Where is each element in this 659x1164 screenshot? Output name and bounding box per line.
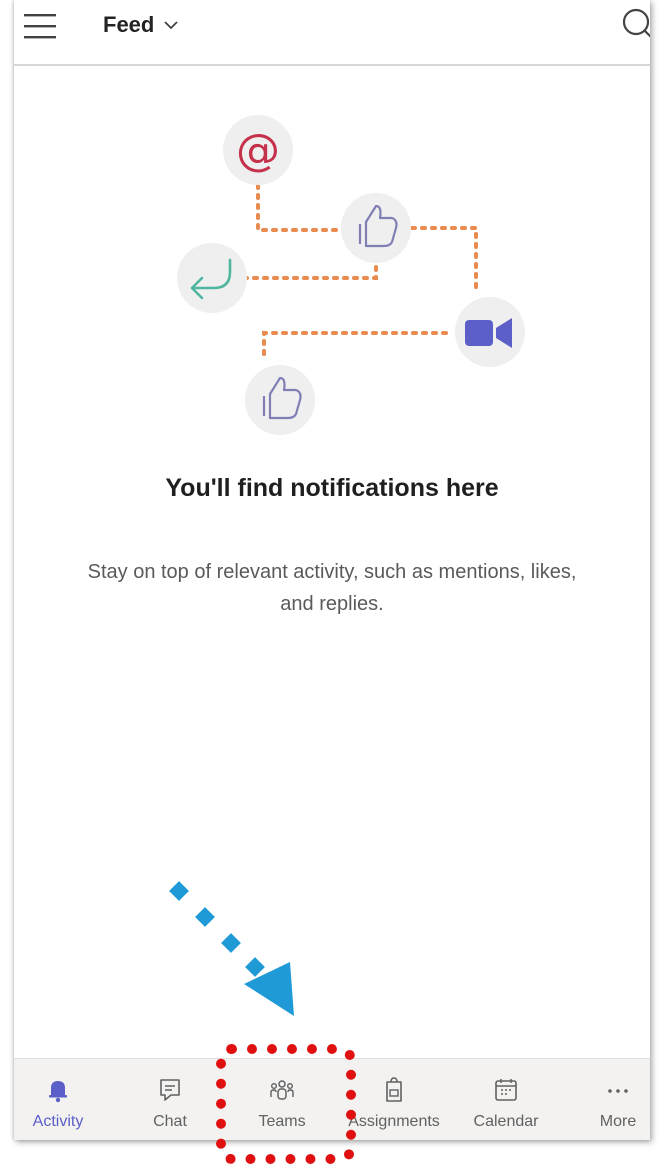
tab-label: Activity — [32, 1113, 84, 1130]
tab-calendar[interactable]: Calendar — [466, 1059, 546, 1140]
tab-more[interactable]: More — [578, 1059, 650, 1140]
svg-text:@: @ — [236, 125, 280, 176]
notifications-illustration: @ — [177, 115, 525, 435]
phone-screen: Feed @ You'll find notifications here St… — [14, 0, 650, 1140]
more-icon — [608, 1089, 628, 1093]
calendar-icon — [495, 1079, 517, 1101]
tab-teams[interactable]: Teams — [242, 1059, 322, 1140]
chevron-down-icon[interactable] — [163, 17, 179, 33]
tab-activity[interactable]: Activity — [18, 1059, 98, 1140]
empty-state-title: You'll find notifications here — [165, 474, 499, 502]
empty-state-description: Stay on top of relevant activity, such a… — [87, 561, 577, 615]
assignments-icon — [386, 1077, 402, 1102]
bell-icon — [49, 1081, 67, 1103]
tab-chat[interactable]: Chat — [130, 1059, 210, 1140]
tab-label: Chat — [153, 1113, 187, 1130]
tab-label: Calendar — [473, 1113, 539, 1130]
thumbs-up-icon — [341, 193, 411, 263]
hamburger-menu-icon[interactable] — [24, 12, 58, 40]
thumbs-up-icon — [245, 365, 315, 435]
tab-label: Teams — [258, 1113, 306, 1130]
app-header: Feed — [14, 0, 650, 66]
bottom-tab-bar: Activity Chat Teams Assignments Calendar… — [14, 1058, 650, 1140]
tab-label: Assignments — [348, 1113, 440, 1130]
search-icon[interactable] — [620, 6, 650, 40]
feed-title[interactable]: Feed — [103, 12, 154, 38]
tab-label: More — [599, 1113, 637, 1130]
tab-assignments[interactable]: Assignments — [344, 1059, 444, 1140]
reply-arrow-icon — [177, 243, 247, 313]
chat-icon — [160, 1079, 180, 1101]
teams-icon — [270, 1080, 294, 1100]
video-camera-icon — [455, 297, 525, 367]
mention-icon: @ — [223, 115, 293, 185]
